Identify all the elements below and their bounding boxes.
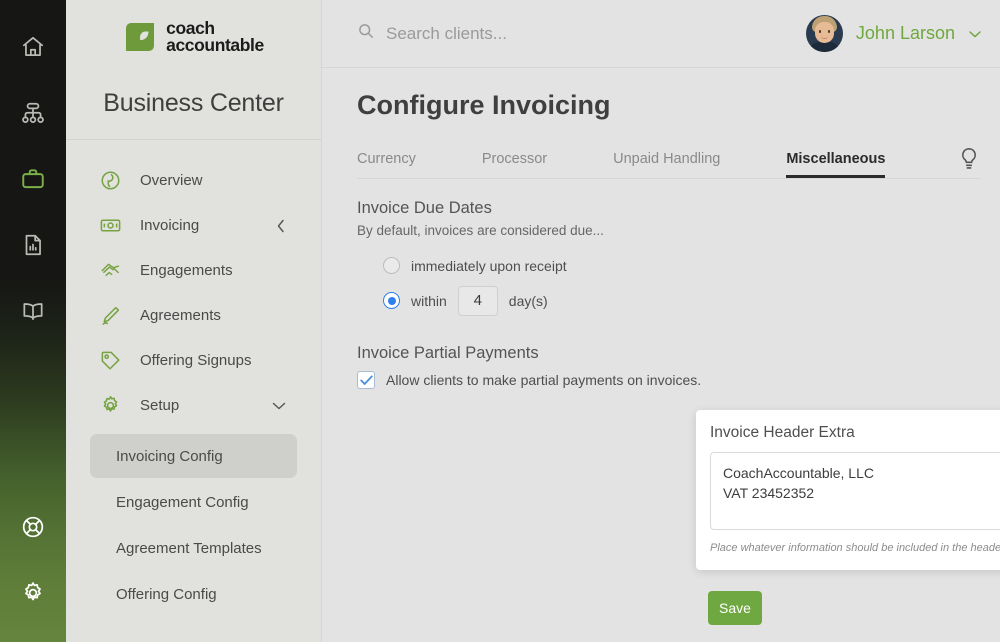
partial-payments-section: Invoice Partial Payments Allow clients t…	[357, 344, 1000, 389]
search-input[interactable]	[386, 23, 686, 44]
rail-item-settings[interactable]	[0, 560, 66, 626]
card-hint: Place whatever information should be inc…	[710, 542, 1000, 554]
rail-item-org-chart[interactable]	[0, 80, 66, 146]
tab-unpaid-handling[interactable]: Unpaid Handling	[613, 151, 720, 178]
due-option-within[interactable]: within day(s)	[357, 283, 1000, 318]
sidebar-subitem-invoicing-config[interactable]: Invoicing Config	[90, 434, 297, 478]
tab-processor[interactable]: Processor	[482, 151, 547, 178]
sidebar-item-label: Offering Signups	[140, 352, 252, 369]
sidebar-item-label: Setup	[140, 397, 180, 414]
settings-tabs: Currency Processor Unpaid Handling Misce…	[357, 143, 980, 179]
card-title: Invoice Header Extra	[710, 424, 855, 441]
avatar	[805, 15, 843, 52]
top-bar: John Larson	[321, 0, 1000, 68]
life-ring-help-icon	[22, 516, 44, 538]
sidebar-title: Business Center	[66, 68, 321, 140]
tab-currency[interactable]: Currency	[357, 151, 416, 178]
misc-settings-form: Invoice Due Dates By default, invoices a…	[321, 179, 1000, 389]
sidebar-item-engagements[interactable]: Engagements	[66, 248, 321, 293]
sidebar-item-agreements[interactable]: Agreements	[66, 293, 321, 338]
org-chart-icon	[22, 102, 44, 123]
sidebar-subitem-engagement-config[interactable]: Engagement Config	[90, 480, 297, 524]
rail-item-business-center[interactable]	[0, 146, 66, 212]
brand-logo[interactable]: coach accountable	[66, 0, 321, 68]
app-window: coach accountable Business Center Overvi…	[0, 0, 1000, 642]
radio-immediate[interactable]	[383, 257, 400, 274]
briefcase-icon	[22, 169, 44, 189]
chevron-left-icon[interactable]	[275, 218, 287, 234]
money-bill-icon	[98, 214, 122, 238]
gear-settings-icon	[25, 582, 41, 601]
rail-item-help[interactable]	[0, 494, 66, 560]
user-name: John Larson	[855, 23, 955, 43]
overview-leaf-icon	[98, 169, 122, 193]
section-subtext: By default, invoices are considered due.…	[357, 223, 604, 238]
radio-immediate-label: immediately upon receipt	[411, 257, 567, 274]
radio-within[interactable]	[383, 292, 400, 309]
due-option-immediate[interactable]: immediately upon receipt	[357, 248, 1000, 283]
user-menu[interactable]: John Larson	[805, 15, 982, 52]
invoice-due-dates-section: Invoice Due Dates By default, invoices a…	[357, 199, 1000, 318]
home-icon	[22, 36, 44, 56]
book-icon	[23, 303, 43, 320]
invoice-header-extra-textarea[interactable]	[710, 452, 1000, 530]
invoice-header-extra-card: Invoice Header Extra Place whatever info…	[696, 410, 1000, 570]
section-sidebar: coach accountable Business Center Overvi…	[66, 0, 321, 642]
chevron-down-icon[interactable]	[968, 29, 982, 39]
sidebar-item-overview[interactable]: Overview	[66, 158, 321, 203]
section-heading: Invoice Partial Payments	[357, 344, 539, 362]
partial-payments-row[interactable]: Allow clients to make partial payments o…	[357, 371, 1000, 389]
logo-line-2: accountable	[166, 35, 264, 55]
sidebar-nav: Overview Invoicing Engagements Agreement…	[66, 140, 321, 618]
sidebar-subitem-agreement-templates[interactable]: Agreement Templates	[90, 526, 297, 570]
gear-icon	[98, 394, 122, 418]
main-content: John Larson Configure Invoicing Currency…	[321, 0, 1000, 642]
tab-miscellaneous[interactable]: Miscellaneous	[786, 151, 886, 178]
chevron-down-icon[interactable]	[271, 400, 287, 412]
rail-item-home[interactable]	[0, 14, 66, 80]
sidebar-subnav-setup: Invoicing Config Engagement Config Agree…	[66, 434, 321, 616]
page-title: Configure Invoicing	[357, 90, 611, 120]
sidebar-item-setup[interactable]: Setup	[66, 383, 321, 428]
tag-icon	[98, 349, 122, 373]
search-icon	[357, 22, 375, 45]
sidebar-item-label: Engagements	[140, 262, 233, 279]
sidebar-item-label: Agreements	[140, 307, 221, 324]
sidebar-item-label: Overview	[140, 172, 203, 189]
sidebar-subitem-offering-config[interactable]: Offering Config	[90, 572, 297, 616]
sidebar-item-offering-signups[interactable]: Offering Signups	[66, 338, 321, 383]
rail-item-reports[interactable]	[0, 212, 66, 278]
coachaccountable-logo-icon	[126, 23, 155, 51]
sidebar-item-invoicing[interactable]: Invoicing	[66, 203, 321, 248]
partial-payments-checkbox[interactable]	[357, 371, 375, 389]
pen-signature-icon	[98, 304, 122, 328]
section-heading: Invoice Due Dates	[357, 199, 492, 217]
save-button[interactable]: Save	[708, 591, 762, 625]
days-input[interactable]	[457, 285, 498, 316]
partial-payments-label: Allow clients to make partial payments o…	[386, 372, 702, 388]
check-icon	[359, 375, 373, 385]
sidebar-item-label: Invoicing	[140, 217, 200, 234]
lightbulb-icon[interactable]	[958, 146, 980, 172]
handshake-icon	[98, 259, 122, 283]
days-unit-label: day(s)	[508, 292, 548, 309]
global-rail	[0, 0, 66, 642]
rail-item-library[interactable]	[0, 278, 66, 344]
radio-within-label: within	[411, 292, 447, 309]
client-search[interactable]	[357, 22, 806, 45]
report-document-icon	[25, 234, 41, 256]
